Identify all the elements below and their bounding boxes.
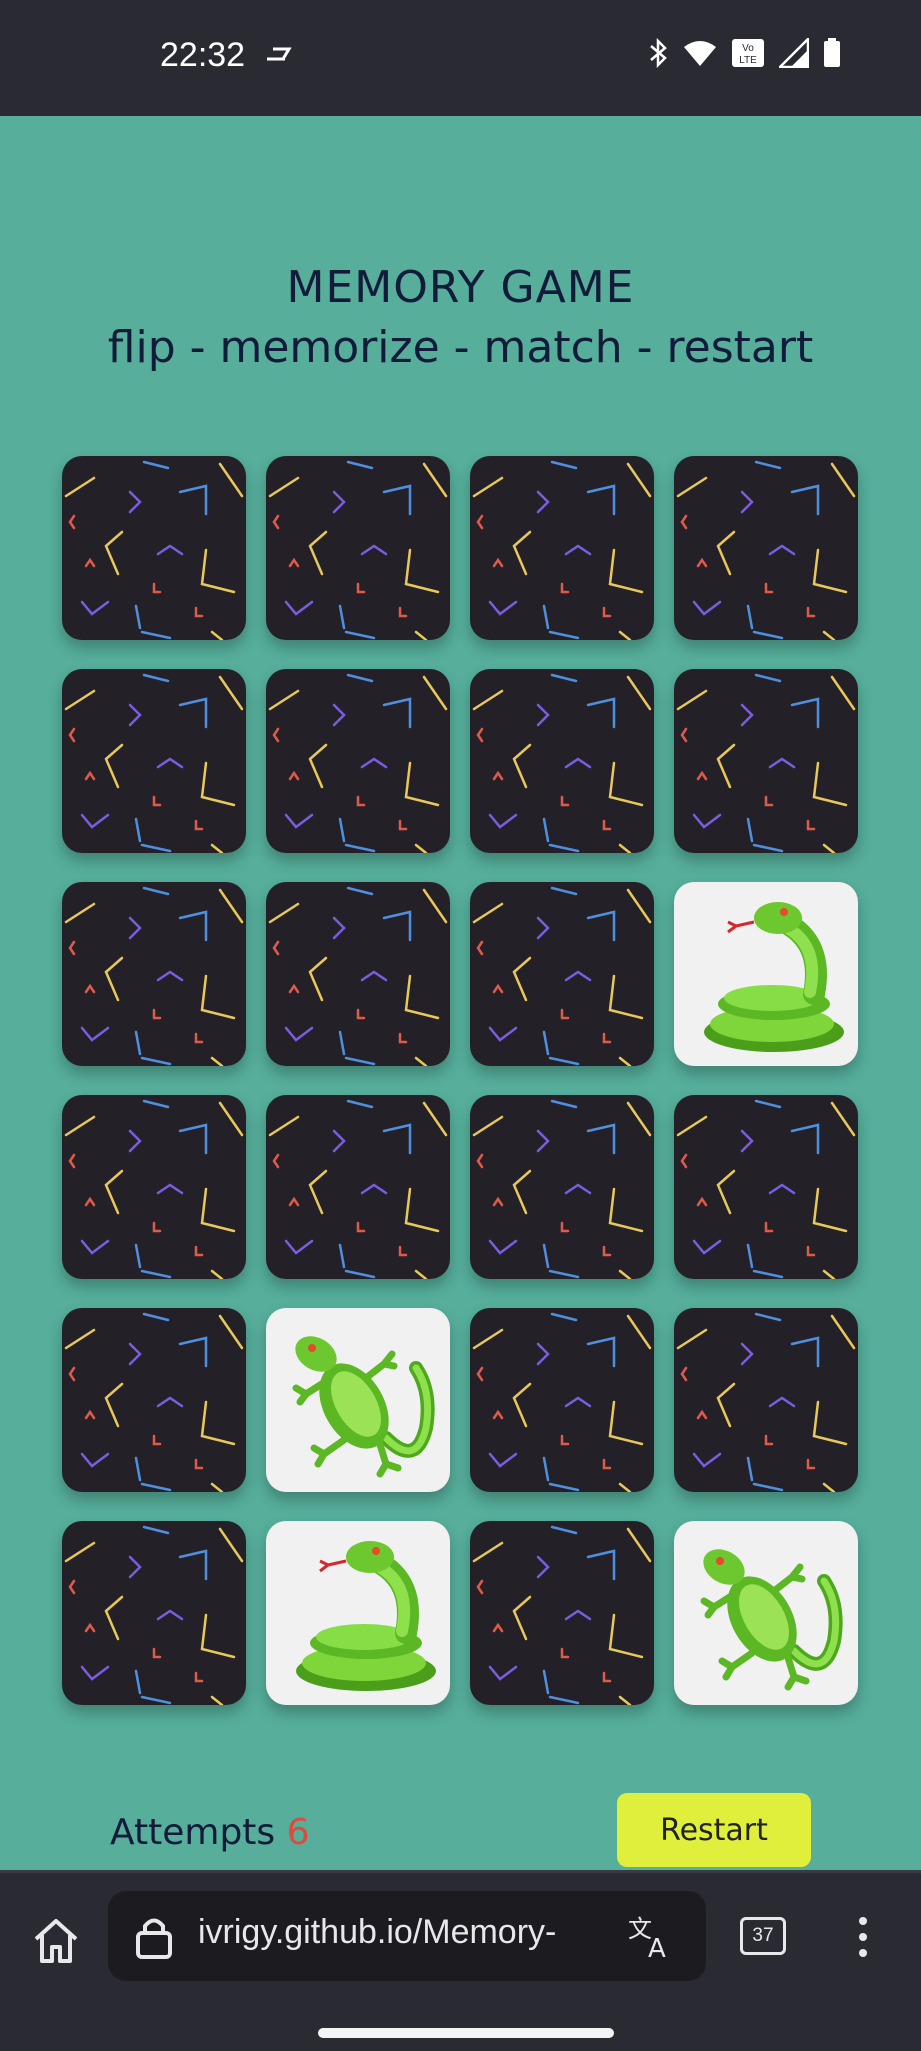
- translate-icon[interactable]: 文A: [628, 1913, 676, 1965]
- page-subtitle: flip - memorize - match - restart: [107, 322, 814, 373]
- card-facedown[interactable]: [674, 1308, 858, 1492]
- gesture-handle: [318, 2028, 614, 2038]
- card-facedown[interactable]: [470, 456, 654, 640]
- lock-icon: [134, 1913, 174, 1965]
- address-bar[interactable]: ivrigy.github.io/Memory- 文A: [108, 1891, 706, 1981]
- card-lizard[interactable]: [266, 1308, 450, 1492]
- browser-toolbar: ivrigy.github.io/Memory- 文A 37: [0, 1870, 921, 2051]
- card-facedown[interactable]: [62, 1095, 246, 1279]
- card-facedown[interactable]: [62, 882, 246, 1066]
- card-facedown[interactable]: [470, 1521, 654, 1705]
- card-lizard[interactable]: [674, 1521, 858, 1705]
- card-facedown[interactable]: [470, 882, 654, 1066]
- lizard-icon: [700, 1549, 843, 1691]
- svg-text:LTE: LTE: [739, 55, 757, 66]
- svg-text:Vo: Vo: [742, 43, 754, 54]
- card-snake[interactable]: [266, 1521, 450, 1705]
- lizard-icon: [292, 1336, 435, 1478]
- overflow-menu-icon[interactable]: [855, 1913, 871, 1965]
- card-facedown[interactable]: [674, 456, 858, 640]
- card-facedown[interactable]: [470, 669, 654, 853]
- tabs-button[interactable]: 37: [740, 1917, 786, 1955]
- notification-icon: [263, 44, 293, 68]
- status-time: 22:32: [160, 36, 246, 74]
- card-grid: [62, 456, 858, 1705]
- card-facedown[interactable]: [470, 1308, 654, 1492]
- page-title: MEMORY GAME: [286, 262, 635, 313]
- status-icons: Vo LTE: [647, 35, 841, 72]
- card-facedown[interactable]: [470, 1095, 654, 1279]
- svg-text:A: A: [648, 1934, 666, 1961]
- card-facedown[interactable]: [62, 1308, 246, 1492]
- volte-icon: Vo LTE: [731, 38, 765, 72]
- home-icon: [34, 1919, 78, 1963]
- wifi-icon: [683, 39, 717, 71]
- home-button[interactable]: [28, 1913, 84, 1969]
- card-facedown[interactable]: [62, 1521, 246, 1705]
- card-facedown[interactable]: [266, 456, 450, 640]
- status-bar: 22:32 Vo LTE: [0, 0, 921, 116]
- card-facedown[interactable]: [266, 669, 450, 853]
- snake-icon: [296, 1541, 436, 1691]
- attempts-label: Attempts: [110, 1812, 276, 1853]
- card-facedown[interactable]: [266, 882, 450, 1066]
- restart-button[interactable]: Restart: [617, 1793, 811, 1867]
- url-text: ivrigy.github.io/Memory-: [198, 1913, 557, 1951]
- battery-icon: [823, 38, 841, 72]
- bluetooth-icon: [647, 37, 669, 72]
- snake-icon: [704, 902, 844, 1052]
- attempts-count: 6: [286, 1812, 310, 1853]
- card-facedown[interactable]: [62, 456, 246, 640]
- card-facedown[interactable]: [674, 1095, 858, 1279]
- attempts-counter: Attempts 6: [110, 1812, 310, 1853]
- card-facedown[interactable]: [266, 1095, 450, 1279]
- card-facedown[interactable]: [62, 669, 246, 853]
- signal-icon: [776, 35, 810, 72]
- card-snake[interactable]: [674, 882, 858, 1066]
- card-facedown[interactable]: [674, 669, 858, 853]
